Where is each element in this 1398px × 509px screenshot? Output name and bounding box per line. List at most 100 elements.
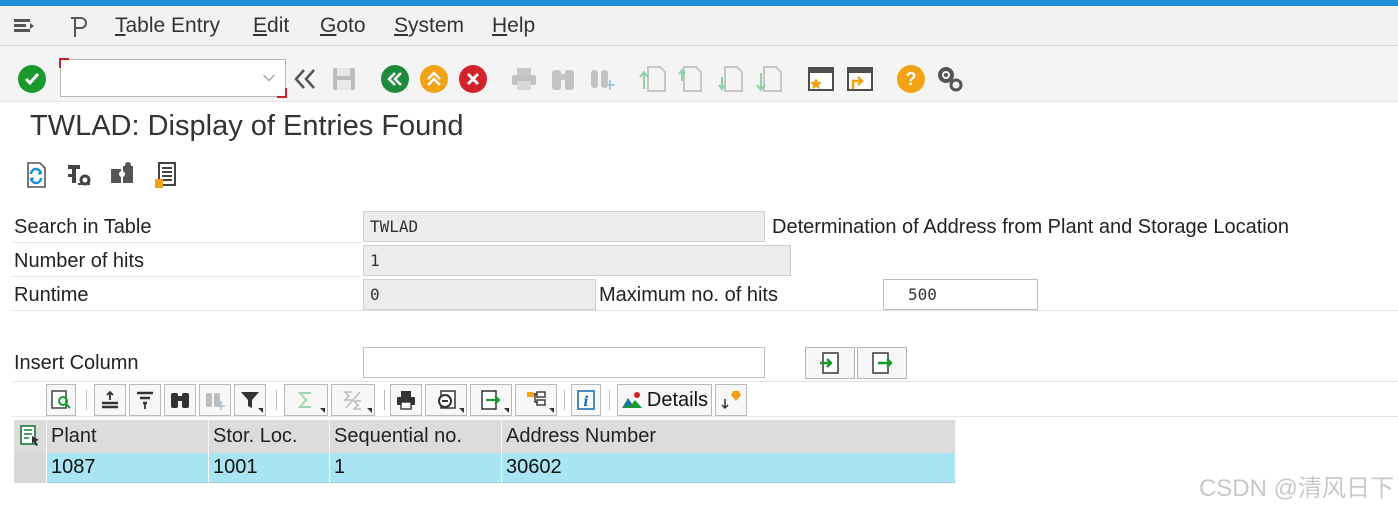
menu-edit[interactable]: Edit <box>253 14 289 38</box>
print-icon <box>512 68 536 90</box>
binoculars-plus-icon <box>591 70 615 90</box>
first-page-button[interactable] <box>638 64 668 94</box>
change-layout-button[interactable] <box>515 384 557 416</box>
exit-button[interactable] <box>419 64 449 94</box>
back-icon <box>381 65 409 93</box>
find-button[interactable] <box>548 64 578 94</box>
layout-puzzle-icon <box>111 162 133 183</box>
sort-descending-icon <box>137 391 153 409</box>
shortcut-icon <box>847 67 873 91</box>
column-header-plant[interactable]: Plant <box>47 420 209 453</box>
menu-bar: Table Entry Edit Goto System Help <box>0 6 1398 46</box>
mountain-chart-icon <box>621 392 642 408</box>
table-cell-plant[interactable]: 1087 <box>47 453 209 483</box>
insert-column-label: Insert Column <box>14 352 139 374</box>
back-button[interactable] <box>380 64 410 94</box>
next-page-icon <box>718 66 743 92</box>
menu-goto[interactable]: Goto <box>320 14 366 38</box>
menu-help[interactable]: Help <box>492 14 535 38</box>
info-icon: i <box>577 390 595 410</box>
command-input[interactable] <box>65 64 255 92</box>
enter-button[interactable] <box>17 64 47 94</box>
sort-ascending-icon <box>102 390 118 409</box>
print-preview-button[interactable] <box>390 384 422 416</box>
chevron-down-icon[interactable]: ⌵ <box>263 68 275 86</box>
print-button[interactable] <box>509 64 539 94</box>
sort-priority-button[interactable] <box>715 384 747 416</box>
select-all-button[interactable] <box>14 420 47 453</box>
priority-sort-icon <box>721 391 741 410</box>
alv-toolbar: i Details <box>12 381 1398 417</box>
insert-column-input[interactable] <box>363 347 765 378</box>
export-icon <box>481 390 501 410</box>
dropdown-indicator <box>258 408 263 413</box>
menu-system[interactable]: System <box>394 14 464 38</box>
dropdown-indicator <box>549 408 554 413</box>
runtime-field: 0 <box>363 279 596 310</box>
export-button[interactable] <box>470 384 512 416</box>
append-column-button[interactable] <box>857 347 907 379</box>
previous-page-button[interactable] <box>677 64 707 94</box>
subtotal-button[interactable] <box>331 384 375 416</box>
table-cell-stor-loc[interactable]: 1001 <box>209 453 330 483</box>
binoculars-plus-icon <box>206 393 225 410</box>
views-button[interactable] <box>425 384 467 416</box>
last-page-button[interactable] <box>755 64 785 94</box>
table-cell-address-number[interactable]: 30602 <box>502 453 956 483</box>
append-column-icon <box>872 352 893 374</box>
binoculars-icon <box>552 70 574 90</box>
create-session-button[interactable] <box>806 64 836 94</box>
customize-layout-button[interactable] <box>935 64 965 94</box>
detail-magnifier-icon <box>51 390 71 409</box>
double-chevron-left-icon <box>294 69 315 89</box>
list-document-icon <box>155 162 176 188</box>
binoculars-icon <box>171 393 189 408</box>
total-button[interactable] <box>284 384 328 416</box>
information-button[interactable]: i <box>571 384 601 416</box>
spool-list-button[interactable] <box>149 158 181 192</box>
table-cell-sequential-no[interactable]: 1 <box>330 453 502 483</box>
insert-column-button[interactable] <box>805 347 855 379</box>
command-field[interactable]: ⌵ <box>59 58 287 98</box>
find-next-button[interactable] <box>199 384 231 416</box>
column-header-sequential-no[interactable]: Sequential no. <box>330 420 502 453</box>
collapse-command-button[interactable] <box>290 64 320 94</box>
search-in-table-label: Search in Table <box>14 216 152 238</box>
filter-tools-icon <box>68 165 91 186</box>
cancel-icon <box>459 65 487 93</box>
menu-toggle-icon[interactable] <box>12 15 36 37</box>
save-button[interactable] <box>329 64 359 94</box>
previous-page-icon <box>678 66 702 92</box>
refresh-button[interactable] <box>20 158 52 192</box>
column-header-stor-loc[interactable]: Stor. Loc. <box>209 420 330 453</box>
row-selector[interactable] <box>14 453 47 483</box>
sort-descending-button[interactable] <box>129 384 161 416</box>
page-title: TWLAD: Display of Entries Found <box>30 110 464 142</box>
watermark: CSDN @清风日下 <box>1198 475 1394 502</box>
exit-icon <box>420 65 448 93</box>
find-button[interactable] <box>164 384 196 416</box>
subtotal-icon <box>343 391 361 410</box>
help-icon: ? <box>897 65 925 93</box>
toolbar-separator <box>276 390 277 410</box>
toolbar-separator <box>609 390 610 410</box>
maximum-hits-input[interactable]: 500 <box>883 279 1038 310</box>
row-divider <box>12 242 362 243</box>
maximum-hits-label: Maximum no. of hits <box>599 284 778 306</box>
generate-shortcut-button[interactable] <box>845 64 875 94</box>
filter-button[interactable] <box>234 384 266 416</box>
sort-ascending-button[interactable] <box>94 384 126 416</box>
pin-icon[interactable] <box>66 15 90 37</box>
runtime-label: Runtime <box>14 284 89 306</box>
select-options-button[interactable] <box>63 158 95 192</box>
cancel-button[interactable] <box>458 64 488 94</box>
detail-view-button[interactable] <box>46 384 76 416</box>
menu-table-entry[interactable]: Table Entry <box>115 14 220 38</box>
row-divider <box>12 276 362 277</box>
help-button[interactable]: ? <box>896 64 926 94</box>
find-next-button[interactable] <box>587 64 617 94</box>
next-page-button[interactable] <box>716 64 746 94</box>
column-header-address-number[interactable]: Address Number <box>502 420 956 453</box>
layout-button[interactable] <box>106 158 138 192</box>
details-button[interactable]: Details <box>617 384 712 416</box>
